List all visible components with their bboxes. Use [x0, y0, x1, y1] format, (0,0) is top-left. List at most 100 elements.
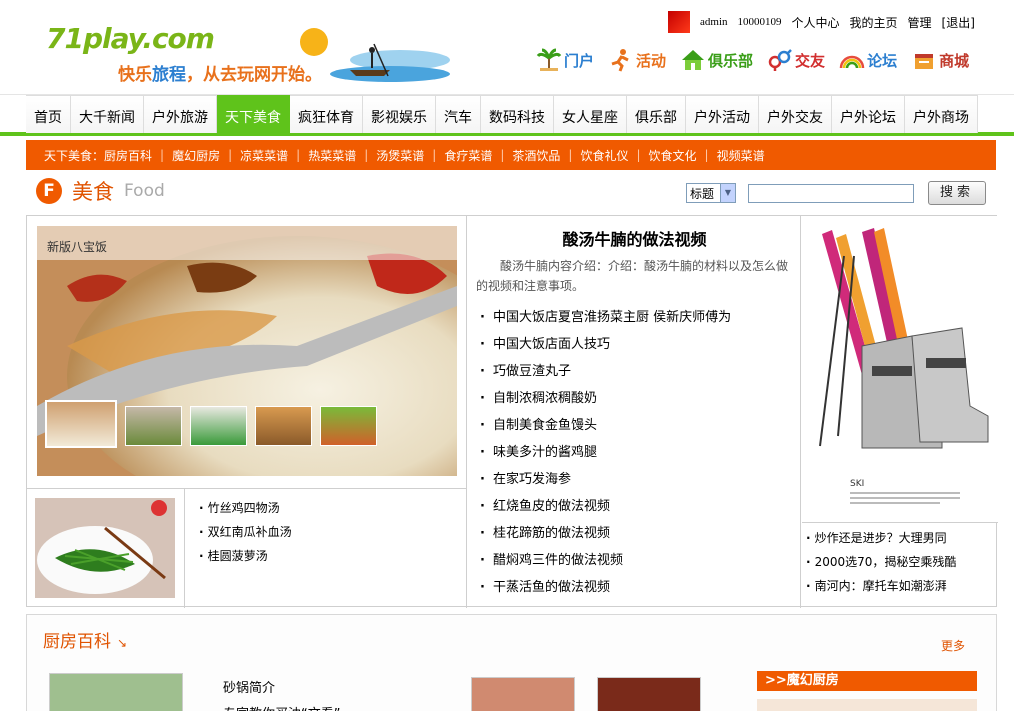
slide-thumbnail[interactable]: [125, 406, 182, 446]
slide-thumbnail[interactable]: [45, 400, 117, 448]
main-nav-shop[interactable]: 商城: [911, 48, 969, 72]
sub-nav-separator: |: [432, 148, 437, 162]
chevron-down-icon[interactable]: ▼: [720, 184, 735, 202]
sub-nav-item[interactable]: 食疗菜谱: [444, 147, 492, 164]
ad-article-link[interactable]: 南河内：摩托车如潮澎湃: [806, 578, 956, 602]
sub-nav-item[interactable]: 魔幻厨房: [172, 147, 220, 164]
article-link[interactable]: 桂花蹄筋的做法视频: [480, 524, 731, 551]
sub-nav-separator: |: [568, 148, 573, 162]
mini-article-link[interactable]: 竹丝鸡四物汤: [199, 500, 292, 524]
personal-center-link[interactable]: 个人中心: [792, 14, 840, 31]
casserole-photo[interactable]: [49, 673, 183, 711]
main-nav-social-label: 交友: [795, 51, 826, 70]
feature-slideshow[interactable]: 新版八宝饭: [37, 226, 457, 476]
category-nav-item[interactable]: 影视娱乐: [363, 95, 436, 133]
category-nav-item[interactable]: 户外商场: [905, 95, 978, 133]
category-nav-item[interactable]: 户外活动: [686, 95, 759, 133]
sub-nav-item[interactable]: 天下美食：厨房百科: [44, 147, 152, 164]
oil-buying-heading[interactable]: 专家教你买油“文看”: [223, 703, 340, 711]
my-homepage-link[interactable]: 我的主页: [850, 14, 898, 31]
more-link[interactable]: 更多: [941, 637, 965, 654]
sub-nav-item[interactable]: 汤煲菜谱: [376, 147, 424, 164]
sub-nav-item[interactable]: 饮食礼仪: [580, 147, 628, 164]
article-link[interactable]: 自制浓稠浓稠酸奶: [480, 389, 731, 416]
category-nav-item[interactable]: 大千新闻: [71, 95, 144, 133]
category-nav: 首页 大千新闻 户外旅游 天下美食 疯狂体育 影视娱乐 汽车 数码科技 女人星座 俱乐部 户外活动户…: [0, 94, 1014, 136]
article-headline[interactable]: 酸汤牛腩的做法视频: [468, 226, 801, 250]
user-avatar[interactable]: [668, 11, 690, 33]
sub-nav-separator: |: [296, 148, 301, 162]
article-link[interactable]: 巧做豆渣丸子: [480, 362, 731, 389]
mini-article-link[interactable]: 桂圆菠萝汤: [199, 548, 292, 572]
sub-nav-item[interactable]: 凉菜菜谱: [240, 147, 288, 164]
category-nav-item[interactable]: 疯狂体育: [290, 95, 363, 133]
category-nav-item[interactable]: 户外旅游: [144, 95, 217, 133]
category-nav-item[interactable]: 天下美食: [217, 95, 290, 133]
main-nav-portal-label: 门户: [564, 51, 595, 70]
main-nav-forum[interactable]: 论坛: [839, 48, 897, 72]
main-nav-club[interactable]: 俱乐部: [680, 48, 753, 72]
ad-article-link[interactable]: 炒作还是进步？大理男同: [806, 530, 956, 554]
category-nav-item[interactable]: 女人星座: [554, 95, 627, 133]
sub-nav-separator: |: [228, 148, 233, 162]
category-nav-list: 首页 大千新闻 户外旅游 天下美食 疯狂体育 影视娱乐 汽车 数码科技 女人星座 俱乐部 户外活动户…: [0, 95, 1014, 133]
article-link[interactable]: 中国大饭店面人技巧: [480, 335, 731, 362]
search-input[interactable]: [748, 183, 914, 203]
article-link[interactable]: 干蒸活鱼的做法视频: [480, 578, 731, 605]
category-nav-item[interactable]: 汽车: [436, 95, 481, 133]
article-link[interactable]: 中国大饭店夏宫淮扬菜主厨 侯新庆师傅为: [480, 308, 731, 335]
section-title-en: Food: [124, 181, 165, 201]
article-link[interactable]: 醋焖鸡三件的做法视频: [480, 551, 731, 578]
category-nav-item[interactable]: 户外交友: [759, 95, 832, 133]
slide-thumbnail[interactable]: [320, 406, 377, 446]
ski-label: SKI: [850, 479, 864, 489]
logout-link[interactable]: [退出]: [942, 14, 975, 31]
article-link[interactable]: 味美多汁的酱鸡腿: [480, 443, 731, 470]
username[interactable]: admin: [700, 16, 728, 28]
article-intro: 酸汤牛腩内容介绍：介绍：酸汤牛腩的材料以及怎么做的视频和注意事项。: [476, 259, 789, 293]
magic-kitchen-header[interactable]: >>魔幻厨房: [757, 671, 977, 691]
sub-nav-item[interactable]: 饮食文化: [649, 147, 697, 164]
main-nav-portal[interactable]: 门户: [536, 48, 594, 72]
slide-thumbnail[interactable]: [190, 406, 247, 446]
slide-caption[interactable]: 新版八宝饭: [47, 238, 107, 255]
casserole-heading[interactable]: 砂锅简介: [223, 677, 275, 696]
main-nav-activity[interactable]: 活动: [608, 48, 666, 72]
sub-nav-separator: |: [500, 148, 505, 162]
gender-icon: [768, 49, 792, 71]
article-link[interactable]: 红烧鱼皮的做法视频: [480, 497, 731, 524]
article-link[interactable]: 在家巧发海参: [480, 470, 731, 497]
user-bar: admin 10000109 个人中心 我的主页 管理 [退出]: [668, 10, 975, 34]
sub-nav-item[interactable]: 热菜菜谱: [308, 147, 356, 164]
ski-boots-ad-image[interactable]: SKI: [802, 216, 998, 522]
kitchen-encyclopedia-title[interactable]: 厨房百科 ↘: [43, 627, 127, 652]
ad-article-list: 炒作还是进步？大理男同2000选70，揭秘空乘残酷南河内：摩托车如潮澎湃: [806, 530, 957, 602]
dish-photo[interactable]: [597, 677, 701, 711]
green-bean-dish-photo[interactable]: [35, 498, 175, 598]
category-nav-item[interactable]: 户外论坛: [832, 95, 905, 133]
dish-photo[interactable]: [471, 677, 575, 711]
article-link[interactable]: 自制美食金鱼馒头: [480, 416, 731, 443]
search-type-value: 标题: [690, 186, 715, 201]
site-header: 71play.com 快乐旅程，从去玩网开始。 admin 10000109 个…: [0, 0, 1014, 94]
main-nav-forum-label: 论坛: [867, 51, 898, 70]
category-nav-item[interactable]: 俱乐部: [627, 95, 686, 133]
site-logo[interactable]: 71play.com: [46, 22, 215, 55]
main-content: 新版八宝饭 竹丝鸡四物汤双红南瓜补血汤桂圆菠萝汤 酸汤牛腩的做法视: [26, 215, 998, 608]
mini-article-link[interactable]: 双红南瓜补血汤: [199, 524, 292, 548]
search-button[interactable]: 搜索: [928, 181, 986, 205]
ad-column: SKI 炒作还是进步？大理男同2000选70，揭秘空乘残酷南河内：摩托车如潮澎湃: [802, 216, 998, 608]
main-nav-social[interactable]: 交友: [767, 48, 825, 72]
ad-article-link[interactable]: 2000选70，揭秘空乘残酷: [806, 554, 957, 578]
slide-thumbnails: [45, 400, 377, 448]
search-type-select[interactable]: 标题 ▼: [686, 183, 736, 203]
slogan-part-a: 快乐: [118, 65, 152, 85]
section-title-cn: 美食: [72, 180, 114, 204]
slide-thumbnail[interactable]: [255, 406, 312, 446]
main-nav: 门户 活动 俱乐部 交友 论坛 商城: [536, 48, 983, 72]
admin-link[interactable]: 管理: [908, 14, 932, 31]
category-nav-item[interactable]: 数码科技: [481, 95, 554, 133]
sub-nav-item[interactable]: 视频菜谱: [717, 147, 765, 164]
category-nav-item[interactable]: 首页: [26, 95, 71, 133]
sub-nav-item[interactable]: 茶酒饮品: [512, 147, 560, 164]
